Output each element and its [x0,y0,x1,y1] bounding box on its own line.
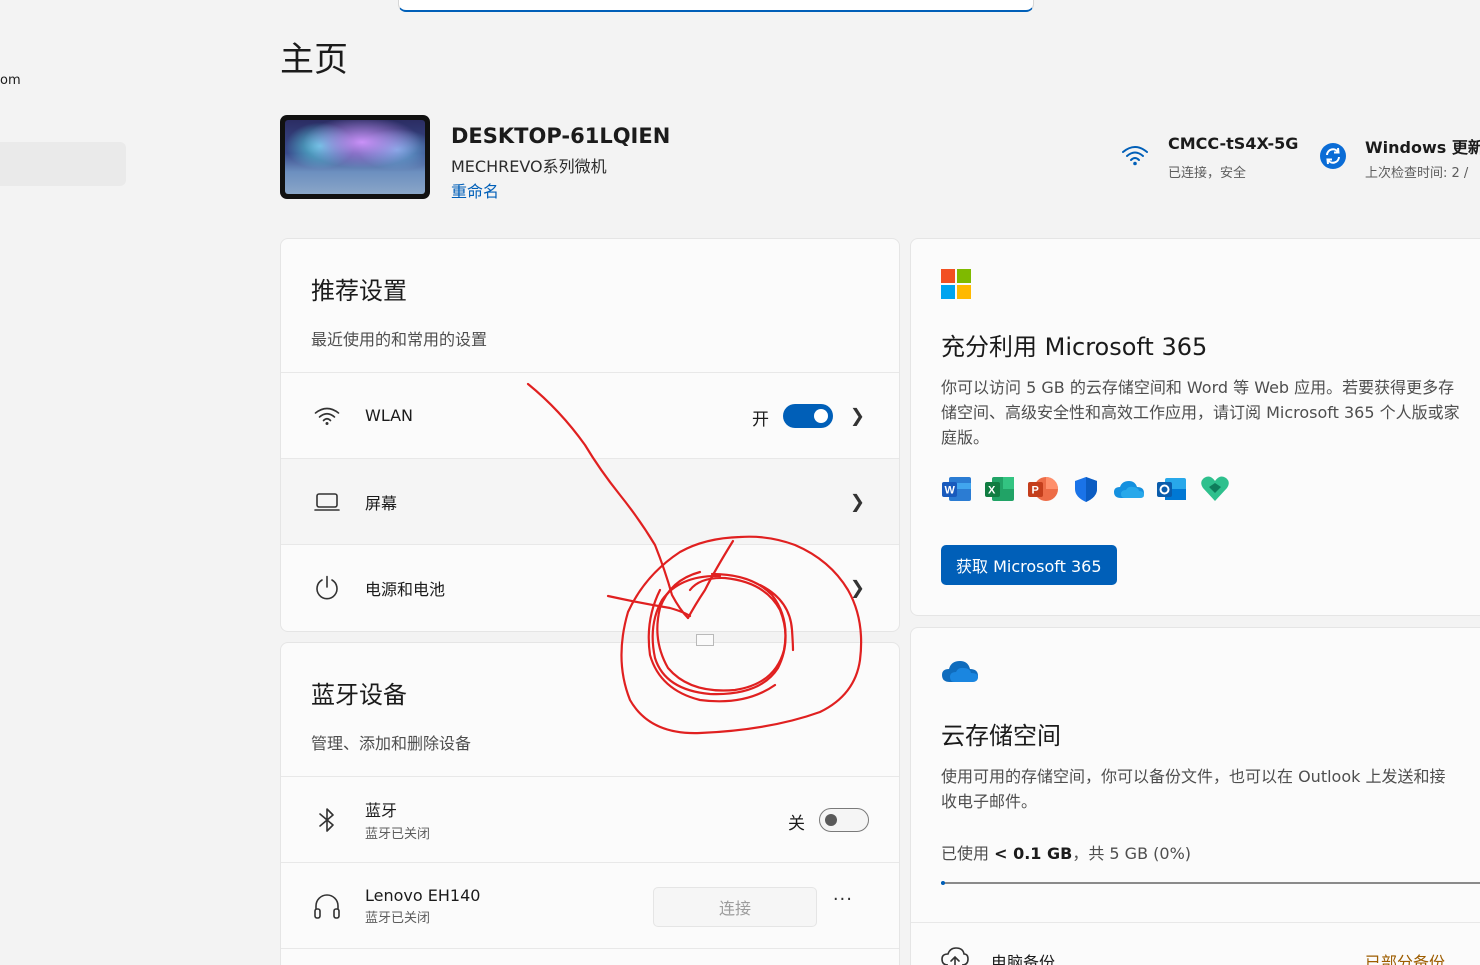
app-icon-row: W X P [941,473,1231,505]
wifi-icon [311,400,343,432]
device-name: DESKTOP-61LQIEN [451,124,671,148]
wlan-state-label: 开 [752,410,769,430]
bluetooth-title: 蓝牙设备 [311,681,407,709]
microsoft-365-card: 充分利用 Microsoft 365 你可以访问 5 GB 的云存储空间和 Wo… [910,238,1480,616]
bluetooth-devices-card: 蓝牙设备 管理、添加和删除设备 蓝牙 蓝牙已关闭 关 Lenovo EH140 … [280,642,900,965]
wlan-toggle[interactable] [783,404,833,428]
recommended-subtitle: 最近使用的和常用的设置 [311,330,488,349]
bluetooth-state-label: 关 [788,814,805,834]
cloud-storage-description: 使用可用的存储空间，你可以备份文件，也可以在 Outlook 上发送和接 收电子… [941,767,1446,811]
bluetooth-subtitle: 管理、添加和删除设备 [311,734,472,753]
wlan-label: WLAN [365,406,414,425]
bluetooth-label: 蓝牙 [365,801,398,820]
svg-text:X: X [988,485,996,497]
more-options-button[interactable]: ··· [833,889,853,910]
wifi-icon[interactable] [1120,140,1150,170]
device-status: 蓝牙已关闭 [365,910,431,926]
account-email-fragment: om [0,73,21,88]
family-safety-icon [1199,473,1231,505]
connect-button[interactable]: 连接 [653,887,817,927]
laptop-icon [311,486,343,518]
recommended-title: 推荐设置 [311,277,407,305]
bluetooth-status: 蓝牙已关闭 [365,827,431,842]
device-row-lenovo-eh140[interactable]: Lenovo EH140 蓝牙已关闭 连接 ··· [281,863,899,949]
ms365-title: 充分利用 Microsoft 365 [941,333,1208,361]
setting-row-wlan[interactable]: WLAN 开 ❯ [281,373,899,459]
windows-update-title[interactable]: Windows 更新 [1365,134,1480,158]
windows-update-icon[interactable] [1318,141,1348,171]
chevron-right-icon[interactable]: ❯ [850,405,865,426]
power-label: 电源和电池 [365,580,446,599]
device-name-label: Lenovo EH140 [365,885,481,905]
outlook-icon [1156,473,1188,505]
power-icon [311,572,343,604]
bluetooth-icon [311,804,343,836]
svg-text:P: P [1032,485,1039,497]
headphones-icon [311,890,343,922]
windows-update-status: 上次检查时间: 2 / [1365,166,1469,181]
cloud-storage-card: 云存储空间 使用可用的存储空间，你可以备份文件，也可以在 Outlook 上发送… [910,627,1480,965]
cloud-storage-title: 云存储空间 [941,722,1061,750]
rename-link[interactable]: 重命名 [451,178,499,202]
svg-text:W: W [945,485,956,497]
chevron-right-icon[interactable]: ❯ [850,491,865,512]
get-ms365-button[interactable]: 获取 Microsoft 365 [941,545,1117,585]
recommended-settings-card: 推荐设置 最近使用的和常用的设置 WLAN 开 ❯ 屏幕 ❯ 电源和电池 ❯ [280,238,900,632]
excel-icon: X [984,473,1016,505]
search-box[interactable] [398,0,1034,12]
onedrive-icon [1113,473,1145,505]
display-label: 屏幕 [365,493,398,513]
wifi-status-text: 已连接，安全 [1168,166,1247,181]
onedrive-cloud-icon [941,658,979,688]
cloud-backup-icon [941,945,969,965]
storage-usage-bar [941,881,1480,885]
device-model: MECHREVO系列微机 [451,157,607,176]
defender-icon [1070,473,1102,505]
setting-row-power[interactable]: 电源和电池 ❯ [281,545,899,631]
setting-row-bluetooth[interactable]: 蓝牙 蓝牙已关闭 关 [281,777,899,863]
device-wallpaper-thumbnail [280,115,430,199]
powerpoint-icon: P [1027,473,1059,505]
page-title: 主页 [280,40,348,80]
microsoft-logo-icon [941,269,971,299]
chevron-right-icon[interactable]: ❯ [850,578,865,599]
setting-row-display[interactable]: 屏幕 ❯ [281,459,899,545]
pc-backup-row[interactable]: 电脑备份 已部分备份 [911,922,1480,965]
pc-backup-label: 电脑备份 [991,953,1056,965]
word-icon: W [941,473,973,505]
storage-usage-text: 已使用 < 0.1 GB，共 5 GB (0%) [941,844,1192,863]
pc-backup-status: 已部分备份 [1365,953,1446,965]
sidebar-item-home-selected[interactable] [0,142,126,186]
cursor-drag-rectangle [696,634,714,646]
bluetooth-toggle[interactable] [819,808,869,832]
wifi-network-name[interactable]: CMCC-tS4X-5G [1168,134,1298,153]
ms365-description: 你可以访问 5 GB 的云存储空间和 Word 等 Web 应用。若要获得更多存… [941,378,1460,447]
